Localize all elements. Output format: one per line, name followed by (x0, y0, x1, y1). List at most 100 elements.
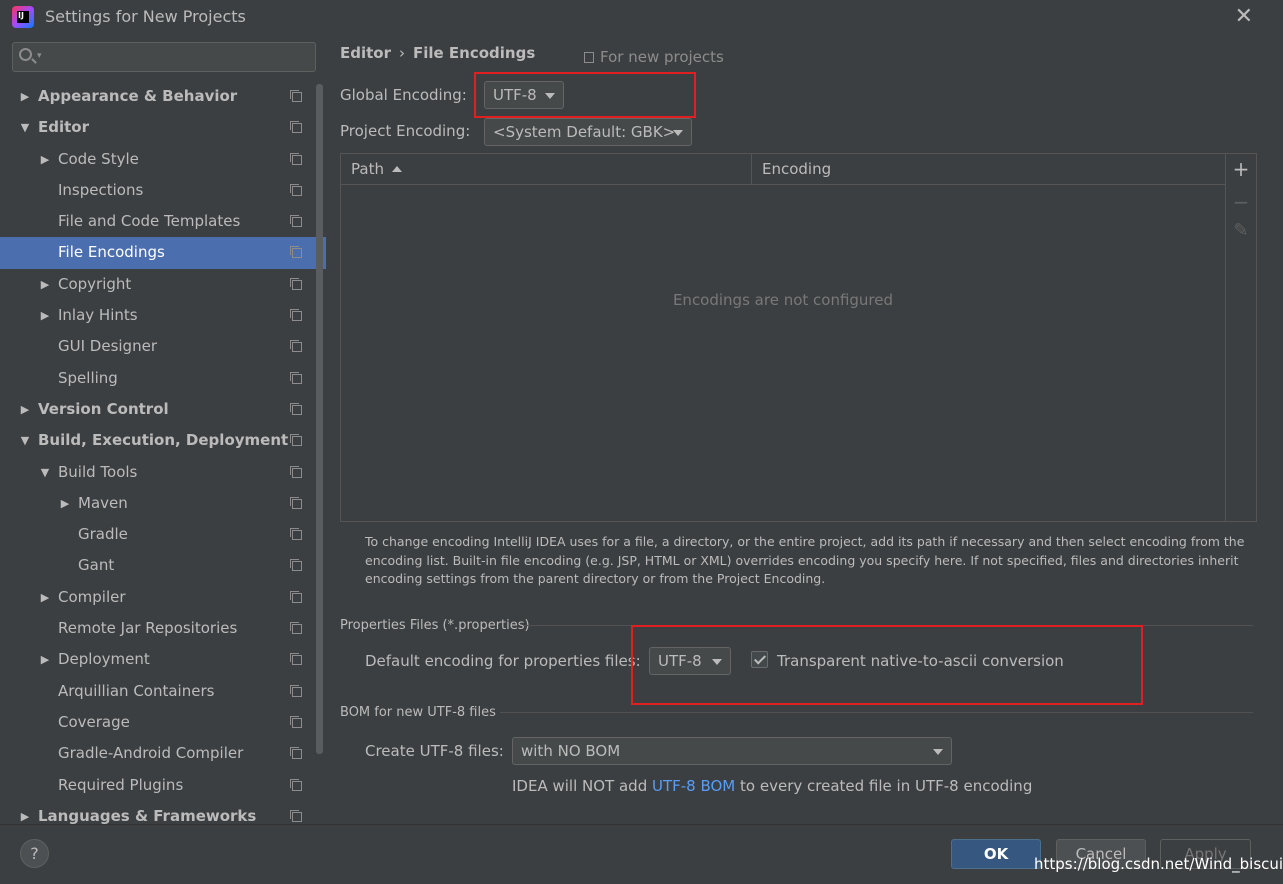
project-scope-icon (290, 465, 302, 478)
column-header-path[interactable]: Path (341, 154, 752, 184)
settings-tree: ▶ Appearance & Behavior ▼ Editor ▶ Code Style… (0, 81, 326, 824)
project-encoding-value: <System Default: GBK> (493, 123, 676, 141)
expanded-arrow-icon[interactable]: ▼ (18, 112, 32, 143)
ok-button[interactable]: OK (951, 839, 1041, 869)
tree-item[interactable]: Arquillian Containers (0, 676, 326, 707)
collapsed-arrow-icon[interactable]: ▶ (38, 644, 52, 675)
help-button[interactable]: ? (20, 839, 49, 868)
table-header: Path Encoding (341, 154, 1225, 185)
tree-item-label: Gradle (78, 525, 128, 544)
tree-item[interactable]: ▶ Code Style (0, 144, 326, 175)
project-scope-icon (290, 496, 302, 509)
project-scope-icon (290, 622, 302, 635)
project-scope-icon (290, 684, 302, 697)
tree-item[interactable]: ▼ Build Tools (0, 457, 326, 488)
tree-item[interactable]: Inspections (0, 175, 326, 206)
tree-item[interactable]: Gradle (0, 519, 326, 550)
tree-item[interactable]: ▶ Inlay Hints (0, 300, 326, 331)
collapsed-arrow-icon[interactable]: ▶ (18, 801, 32, 824)
collapsed-arrow-icon[interactable]: ▶ (18, 394, 32, 425)
project-scope-icon (290, 809, 302, 822)
chevron-down-icon (673, 130, 683, 136)
settings-content-panel: Editor › File Encodings For new projects G… (326, 34, 1283, 824)
add-icon[interactable]: + (1226, 157, 1256, 181)
properties-default-encoding-label: Default encoding for properties files: (365, 652, 641, 670)
project-scope-icon (290, 152, 302, 165)
search-icon[interactable] (19, 48, 32, 61)
expanded-arrow-icon[interactable]: ▼ (18, 425, 32, 456)
tree-item-label: GUI Designer (58, 337, 157, 356)
breadcrumb-separator: › (399, 44, 405, 62)
tree-item[interactable]: ▼ Editor (0, 112, 326, 143)
tree-item[interactable]: ▶ Languages & Frameworks (0, 801, 326, 824)
project-scope-icon (290, 559, 302, 572)
tree-item[interactable]: GUI Designer (0, 331, 326, 362)
collapsed-arrow-icon[interactable]: ▶ (58, 488, 72, 519)
collapsed-arrow-icon[interactable]: ▶ (38, 300, 52, 331)
project-encoding-combo[interactable]: <System Default: GBK> (484, 118, 692, 146)
close-icon[interactable]: ✕ (1235, 4, 1253, 29)
project-scope-icon (290, 653, 302, 666)
project-scope-icon (290, 434, 302, 447)
tree-item-label: Editor (38, 118, 89, 137)
breadcrumb: Editor › File Encodings (340, 44, 535, 62)
encoding-help-text: To change encoding IntelliJ IDEA uses fo… (365, 534, 1245, 586)
tree-item[interactable]: ▶ Copyright (0, 269, 326, 300)
tree-item[interactable]: ▶ Compiler (0, 582, 326, 613)
tree-item-label: Build, Execution, Deployment (38, 431, 289, 450)
project-scope-icon (290, 90, 302, 102)
create-utf8-combo[interactable]: with NO BOM (512, 737, 952, 765)
document-icon (584, 52, 594, 63)
project-scope-icon (290, 340, 302, 353)
chevron-down-icon[interactable]: ▾ (37, 51, 42, 61)
create-utf8-label: Create UTF-8 files: (365, 742, 504, 760)
collapsed-arrow-icon[interactable]: ▶ (38, 582, 52, 613)
breadcrumb-parent[interactable]: Editor (340, 44, 391, 62)
project-scope-icon (290, 715, 302, 728)
tree-item[interactable]: ▶ Version Control (0, 394, 326, 425)
edit-pencil-icon[interactable]: ✎ (1226, 220, 1256, 241)
tree-item[interactable]: Required Plugins (0, 770, 326, 801)
tree-item[interactable]: ▶ Maven (0, 488, 326, 519)
collapsed-arrow-icon[interactable]: ▶ (38, 144, 52, 175)
tree-item-label: Version Control (38, 399, 169, 418)
table-toolbar: + − ✎ (1226, 153, 1257, 522)
window-title: Settings for New Projects (45, 7, 246, 26)
utf8-bom-link[interactable]: UTF-8 BOM (652, 777, 735, 795)
column-header-encoding[interactable]: Encoding (752, 154, 1225, 184)
highlight-box-global-encoding (474, 72, 696, 118)
remove-icon[interactable]: − (1226, 190, 1256, 214)
tree-item[interactable]: Spelling (0, 363, 326, 394)
chevron-down-icon (933, 749, 943, 755)
tree-item[interactable]: Coverage (0, 707, 326, 738)
tree-item-label: Deployment (58, 650, 150, 669)
tree-item[interactable]: File Encodings (0, 237, 326, 269)
scope-note-text: For new projects (600, 48, 724, 66)
project-scope-icon (290, 778, 302, 791)
tree-item-label: Gant (78, 556, 115, 575)
tree-item[interactable]: ▼ Build, Execution, Deployment (0, 425, 326, 456)
project-encoding-label: Project Encoding: (340, 122, 471, 140)
tree-item-label: Maven (78, 493, 128, 512)
tree-item[interactable]: Gradle-Android Compiler (0, 738, 326, 769)
collapsed-arrow-icon[interactable]: ▶ (18, 81, 32, 112)
project-scope-icon (290, 371, 302, 384)
settings-search-input[interactable] (47, 45, 307, 69)
sidebar-scrollbar[interactable] (316, 84, 323, 754)
bom-group-divider (500, 712, 1253, 713)
breadcrumb-current: File Encodings (413, 44, 536, 62)
collapsed-arrow-icon[interactable]: ▶ (38, 269, 52, 300)
tree-item[interactable]: ▶ Appearance & Behavior (0, 81, 326, 112)
tree-item[interactable]: Remote Jar Repositories (0, 613, 326, 644)
tree-item-label: Build Tools (58, 462, 138, 481)
tree-item-label: Copyright (58, 274, 132, 293)
project-scope-icon (290, 590, 302, 603)
expanded-arrow-icon[interactable]: ▼ (38, 457, 52, 488)
tree-item[interactable]: Gant (0, 550, 326, 581)
bom-group-title: BOM for new UTF-8 files (340, 705, 496, 720)
tree-item[interactable]: ▶ Deployment (0, 644, 326, 675)
settings-search-box[interactable]: ▾ (12, 42, 316, 72)
tree-item-label: Languages & Frameworks (38, 806, 257, 824)
tree-item[interactable]: File and Code Templates (0, 206, 326, 237)
encodings-table: Path Encoding Encodings are not configur… (340, 153, 1226, 522)
